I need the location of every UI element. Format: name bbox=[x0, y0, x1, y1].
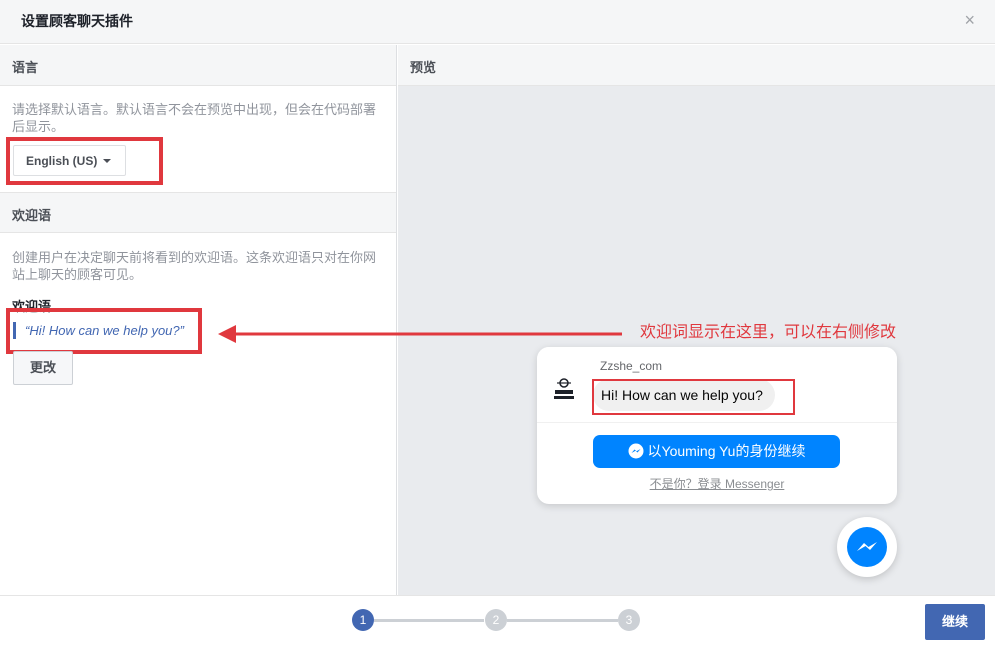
messenger-icon bbox=[857, 542, 877, 551]
settings-panel: 语言 请选择默认语言。默认语言不会在预览中出现，但会在代码部署后显示。 Engl… bbox=[0, 45, 397, 595]
step-connector bbox=[507, 619, 618, 622]
messenger-launcher-button[interactable] bbox=[837, 517, 897, 577]
welcome-heading: 欢迎语 bbox=[12, 208, 52, 223]
chat-preview-top: Zzshe_com Hi! How can we help you? bbox=[537, 347, 897, 423]
continue-as-user-button[interactable]: 以Youming Yu的身份继续 bbox=[593, 435, 840, 468]
step-indicator-3: 3 bbox=[618, 609, 640, 631]
dialog-header: 设置顾客聊天插件 × bbox=[0, 0, 995, 44]
highlight-box-bubble bbox=[592, 379, 795, 415]
close-icon[interactable]: × bbox=[964, 10, 975, 30]
step-connector bbox=[374, 619, 484, 622]
language-description: 请选择默认语言。默认语言不会在预览中出现，但会在代码部署后显示。 bbox=[12, 102, 377, 134]
preview-heading: 预览 bbox=[410, 60, 437, 75]
messenger-icon bbox=[628, 443, 644, 459]
continue-next-button[interactable]: 继续 bbox=[925, 604, 985, 640]
welcome-section-header: 欢迎语 bbox=[0, 192, 396, 233]
language-heading: 语言 bbox=[12, 60, 39, 75]
welcome-description: 创建用户在决定聊天前将看到的欢迎语。这条欢迎语只对在你网站上聊天的顾客可见。 bbox=[12, 250, 377, 282]
step-indicator-2: 2 bbox=[485, 609, 507, 631]
page-name: Zzshe_com bbox=[600, 359, 663, 373]
step-indicator-1: 1 bbox=[352, 609, 374, 631]
chat-preview-card: Zzshe_com Hi! How can we help you? 以Youm… bbox=[537, 347, 897, 504]
highlight-box-greeting bbox=[6, 308, 202, 354]
annotation-text: 欢迎词显示在这里，可以在右侧修改 bbox=[640, 324, 897, 341]
highlight-box-language bbox=[6, 137, 163, 185]
language-section-header: 语言 bbox=[0, 45, 396, 86]
messenger-launcher-circle bbox=[847, 527, 887, 567]
not-you-login-link[interactable]: 不是你？登录 Messenger bbox=[537, 475, 897, 492]
page-avatar bbox=[554, 378, 574, 399]
preview-section-header: 预览 bbox=[398, 45, 995, 86]
continue-button-label: 以Youming Yu的身份继续 bbox=[647, 443, 806, 459]
dialog-footer: 1 2 3 继续 bbox=[0, 595, 995, 646]
edit-greeting-button[interactable]: 更改 bbox=[13, 351, 73, 385]
chat-plugin-setup-dialog: 设置顾客聊天插件 × 语言 请选择默认语言。默认语言不会在预览中出现，但会在代码… bbox=[0, 0, 995, 646]
dialog-title: 设置顾客聊天插件 bbox=[21, 13, 133, 29]
